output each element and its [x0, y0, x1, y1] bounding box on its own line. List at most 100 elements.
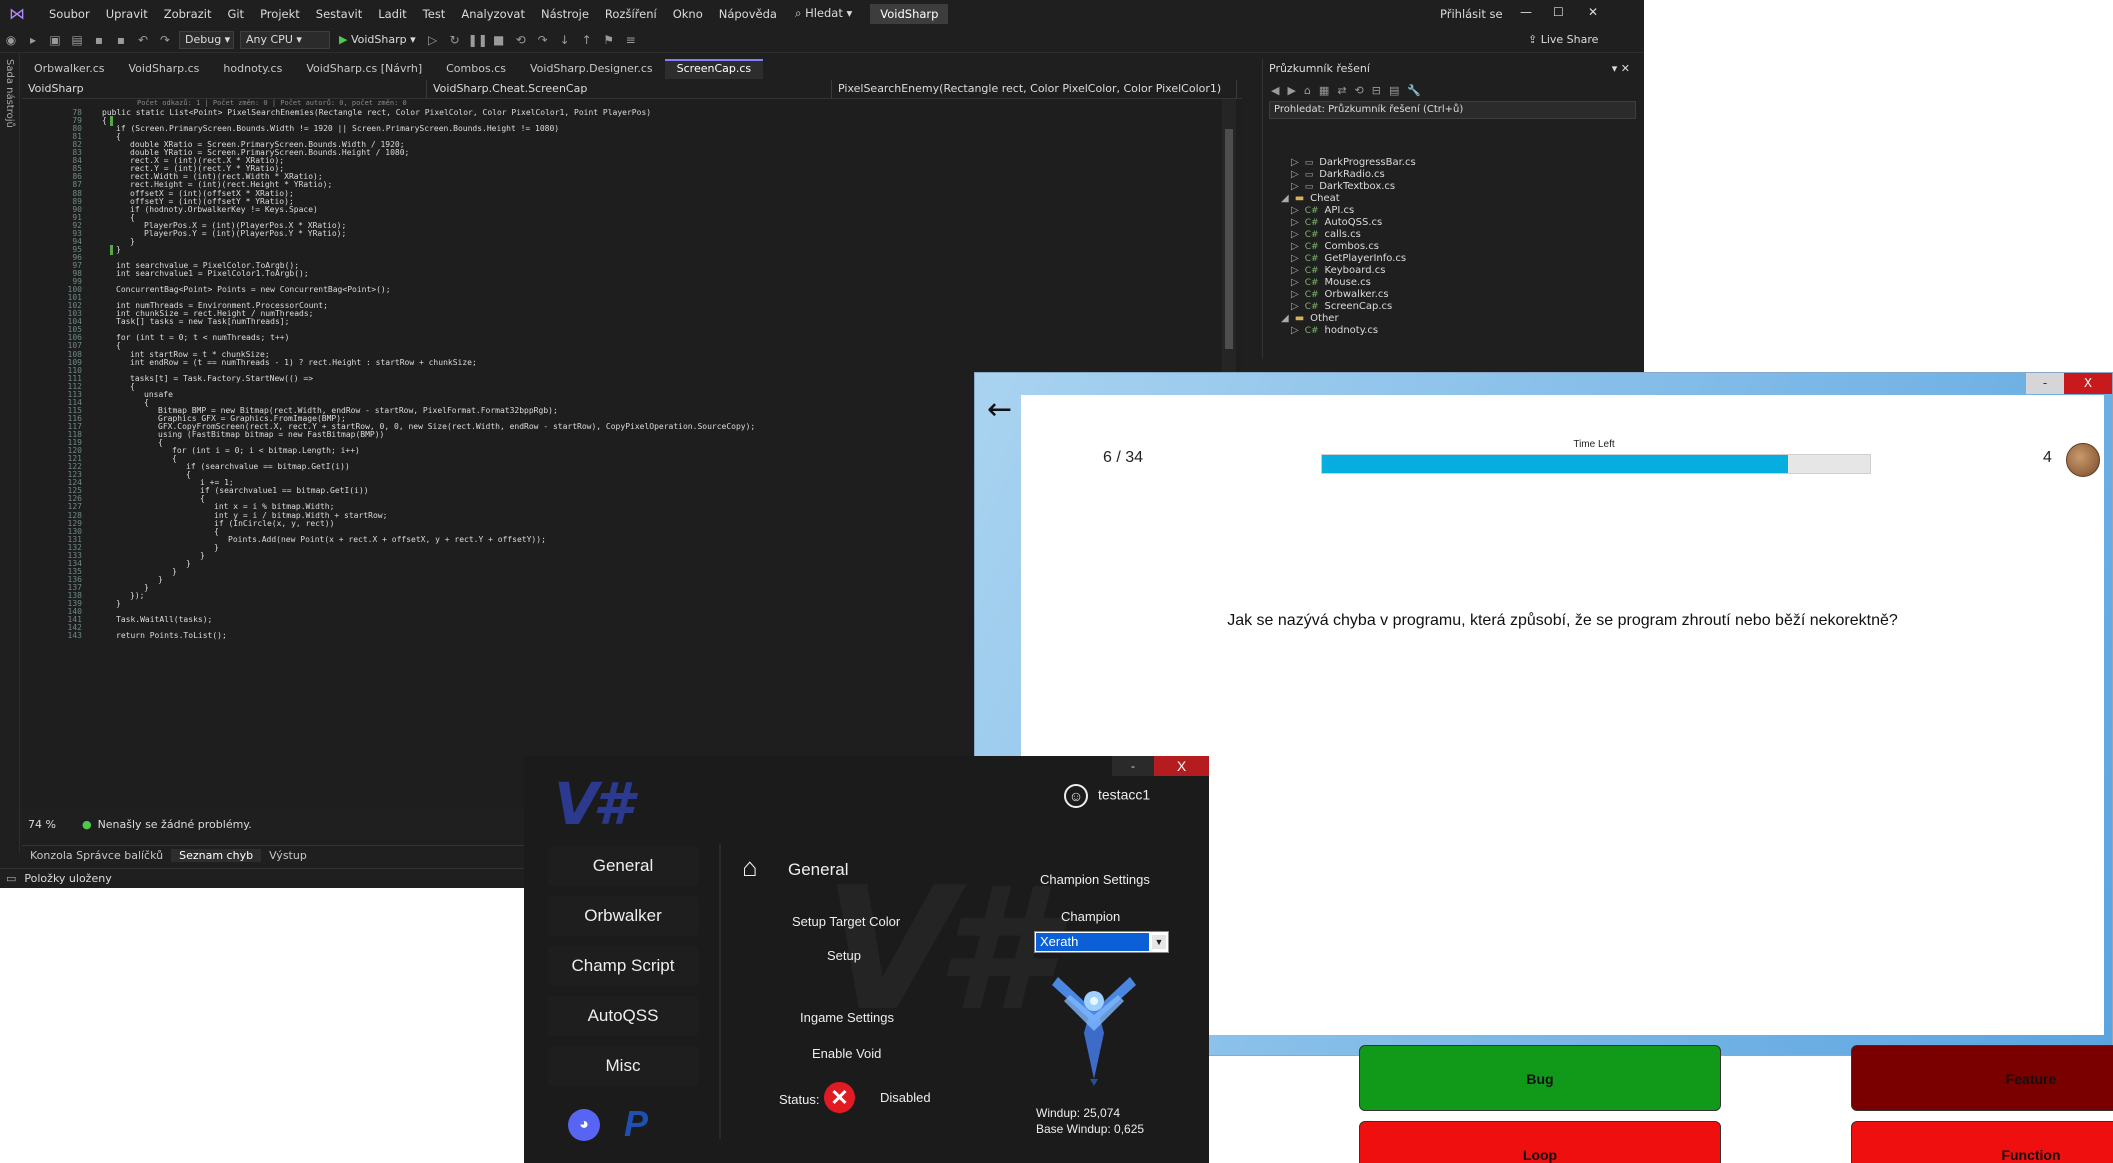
config-combo[interactable]: Debug ▾: [179, 30, 234, 49]
expand-arrow-icon[interactable]: ▷: [1291, 229, 1299, 240]
void-close-button[interactable]: X: [1154, 756, 1209, 776]
refresh-icon[interactable]: ↻: [446, 32, 464, 48]
sync-icon[interactable]: ⇄: [1337, 84, 1346, 97]
expand-arrow-icon[interactable]: ▷: [1291, 277, 1299, 288]
doc-tab[interactable]: VoidSharp.cs [Návrh]: [294, 59, 434, 79]
start-without-debug-icon[interactable]: ▷: [424, 32, 442, 48]
bookmark-icon[interactable]: ⚑: [600, 32, 618, 48]
bottom-tab[interactable]: Konzola Správce balíčků: [22, 849, 171, 862]
toolbox-strip[interactable]: Sada nástrojů: [0, 53, 20, 853]
tree-item[interactable]: ▷ C# hodnoty.cs: [1291, 325, 1378, 336]
quiz-minimize-button[interactable]: -: [2026, 373, 2064, 394]
redo-icon[interactable]: ↷: [156, 32, 174, 48]
navigate-forward-icon[interactable]: ▸: [24, 32, 42, 48]
expand-arrow-icon[interactable]: ▷: [1291, 301, 1299, 312]
step-into-icon[interactable]: ↓: [556, 32, 574, 48]
expand-arrow-icon[interactable]: ▷: [1291, 241, 1299, 252]
save-all-icon[interactable]: ▪: [112, 32, 130, 48]
tree-item[interactable]: ▷ C# GetPlayerInfo.cs: [1291, 253, 1406, 264]
platform-combo[interactable]: Any CPU ▾: [240, 30, 330, 49]
expand-arrow-icon[interactable]: ▷: [1291, 265, 1299, 276]
solution-search-input[interactable]: Prohledat: Průzkumník řešení (Ctrl+ů): [1269, 101, 1636, 119]
expand-arrow-icon[interactable]: ▷: [1291, 205, 1299, 216]
close-icon[interactable]: ✕: [1588, 5, 1598, 19]
tree-item[interactable]: ◢ ▬ Cheat: [1281, 193, 1340, 204]
tree-item[interactable]: ◢ ▬ Other: [1281, 313, 1339, 324]
champion-select[interactable]: Xerath ▼: [1034, 931, 1169, 953]
menu-item[interactable]: Ladit: [370, 7, 414, 21]
comment-icon[interactable]: ≡: [622, 32, 640, 48]
expand-arrow-icon[interactable]: ◢: [1281, 193, 1289, 204]
setup-button[interactable]: Setup: [827, 948, 861, 963]
undo-icon[interactable]: ↶: [134, 32, 152, 48]
menu-item[interactable]: Git: [219, 7, 252, 21]
pause-icon[interactable]: ❚❚: [468, 32, 488, 48]
history-icon[interactable]: ⟲: [1355, 84, 1364, 97]
bottom-tab[interactable]: Výstup: [261, 849, 315, 862]
search-menu[interactable]: ⌕ Hledat ▾: [785, 6, 862, 21]
nav-class-combo[interactable]: VoidSharp.Cheat.ScreenCap: [427, 79, 832, 98]
menu-item[interactable]: Zobrazit: [156, 7, 220, 21]
doc-tab[interactable]: hodnoty.cs: [211, 59, 294, 79]
step-over-icon[interactable]: ↷: [534, 32, 552, 48]
menu-item[interactable]: Rozšíření: [597, 7, 665, 21]
menu-item[interactable]: Projekt: [252, 7, 308, 21]
answer-button[interactable]: Bug: [1359, 1045, 1721, 1111]
properties-icon[interactable]: 🔧: [1407, 84, 1421, 97]
tree-item[interactable]: ▷ ▭ DarkTextbox.cs: [1291, 181, 1395, 192]
menu-item[interactable]: Upravit: [98, 7, 156, 21]
tree-item[interactable]: ▷ ▭ DarkProgressBar.cs: [1291, 157, 1416, 168]
maximize-icon[interactable]: ☐: [1553, 5, 1564, 19]
discord-icon[interactable]: ◕: [568, 1109, 600, 1141]
expand-arrow-icon[interactable]: ▷: [1291, 181, 1299, 192]
live-share-button[interactable]: ⇪ Live Share: [1528, 33, 1598, 46]
sign-in-link[interactable]: Přihlásit se: [1440, 7, 1503, 21]
minimize-icon[interactable]: —: [1520, 5, 1532, 19]
nav-member-combo[interactable]: PixelSearchEnemy(Rectangle rect, Color P…: [832, 79, 1237, 98]
expand-arrow-icon[interactable]: ▷: [1291, 253, 1299, 264]
menu-item[interactable]: Test: [415, 7, 454, 21]
answer-button[interactable]: Feature: [1851, 1045, 2113, 1111]
tree-item[interactable]: ▷ C# Orbwalker.cs: [1291, 289, 1389, 300]
tree-item[interactable]: ▷ C# AutoQSS.cs: [1291, 217, 1382, 228]
save-icon[interactable]: ▪: [90, 32, 108, 48]
zoom-level[interactable]: 74 %: [22, 818, 62, 831]
doc-tab[interactable]: Combos.cs: [434, 59, 518, 79]
restart-icon[interactable]: ⟲: [512, 32, 530, 48]
back-arrow-icon[interactable]: ←: [987, 395, 1025, 425]
menu-item[interactable]: Okno: [665, 7, 711, 21]
bottom-tab[interactable]: Seznam chyb: [171, 849, 262, 862]
tree-item[interactable]: ▷ C# API.cs: [1291, 205, 1354, 216]
nav-project-combo[interactable]: VoidSharp: [22, 79, 427, 98]
expand-arrow-icon[interactable]: ▷: [1291, 157, 1299, 168]
expand-arrow-icon[interactable]: ▷: [1291, 169, 1299, 180]
void-nav-autoqss[interactable]: AutoQSS: [548, 996, 698, 1036]
menu-item[interactable]: Nástroje: [533, 7, 597, 21]
void-nav-general[interactable]: General: [548, 846, 698, 886]
home-icon[interactable]: ⌂: [1304, 84, 1311, 97]
doc-tab[interactable]: ScreenCap.cs: [664, 59, 764, 79]
menu-item[interactable]: Soubor: [41, 7, 98, 21]
tree-item[interactable]: ▷ C# calls.cs: [1291, 229, 1361, 240]
new-file-icon[interactable]: ▣: [46, 32, 64, 48]
tree-item[interactable]: ▷ C# ScreenCap.cs: [1291, 301, 1392, 312]
void-nav-misc[interactable]: Misc: [548, 1046, 698, 1086]
tree-item[interactable]: ▷ C# Mouse.cs: [1291, 277, 1371, 288]
open-folder-icon[interactable]: ▤: [68, 32, 86, 48]
show-all-files-icon[interactable]: ▤: [1389, 84, 1399, 97]
answer-button[interactable]: Function: [1851, 1121, 2113, 1163]
doc-tab[interactable]: Orbwalker.cs: [22, 59, 117, 79]
chevron-down-icon[interactable]: ▼: [1152, 935, 1166, 949]
solution-close-icon[interactable]: ▾ ✕: [1612, 59, 1630, 79]
answer-button[interactable]: Loop: [1359, 1121, 1721, 1163]
quiz-close-button[interactable]: X: [2064, 373, 2112, 394]
back-icon[interactable]: ◀: [1271, 84, 1279, 97]
scrollbar-thumb[interactable]: [1225, 129, 1233, 349]
forward-icon[interactable]: ▶: [1287, 84, 1295, 97]
expand-arrow-icon[interactable]: ▷: [1291, 289, 1299, 300]
paypal-icon[interactable]: P: [624, 1104, 648, 1144]
expand-arrow-icon[interactable]: ▷: [1291, 325, 1299, 336]
expand-arrow-icon[interactable]: ◢: [1281, 313, 1289, 324]
stop-icon[interactable]: ■: [490, 32, 508, 48]
expand-arrow-icon[interactable]: ▷: [1291, 217, 1299, 228]
